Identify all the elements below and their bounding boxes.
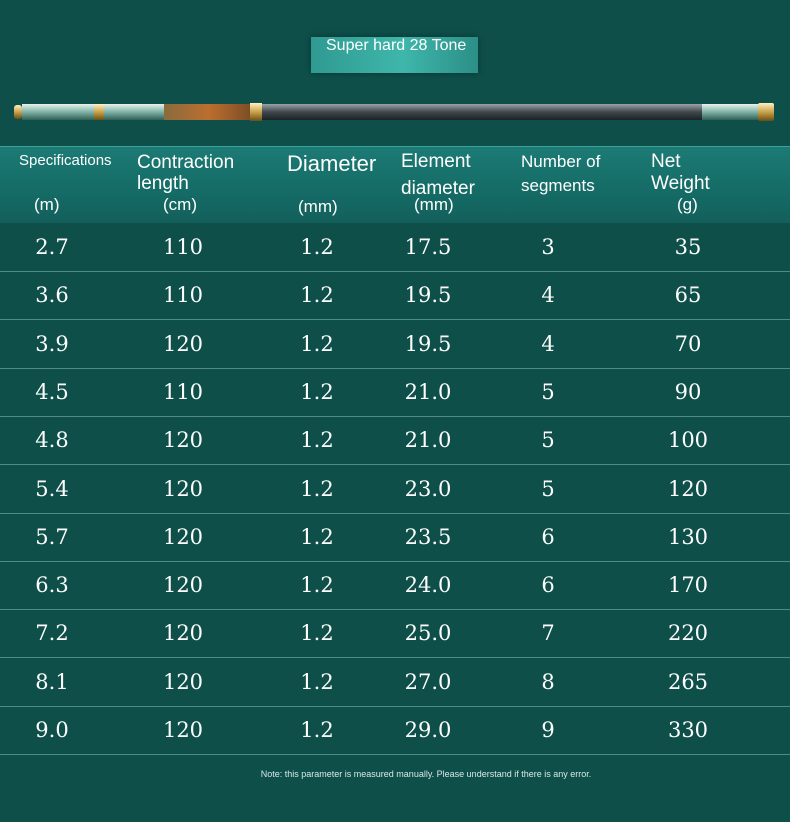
cell-diameter: 1.2: [300, 235, 334, 259]
table-header: Specifications (m) Contraction length (c…: [0, 146, 790, 223]
cell-net-weight: 70: [674, 332, 702, 356]
cell-contraction-length: 120: [162, 670, 204, 694]
cell-segments: 4: [541, 283, 555, 307]
cell-segments: 8: [541, 670, 555, 694]
header-net-weight: Net Weight: [651, 151, 710, 194]
cell-element-diameter: 29.0: [404, 718, 452, 742]
cell-net-weight: 265: [667, 670, 709, 694]
header-specifications: Specifications: [19, 152, 112, 169]
cell-specification: 5.7: [35, 525, 69, 549]
table-row: 5.7 120 1.2 23.5 6 130: [0, 513, 790, 562]
cell-net-weight: 130: [667, 525, 709, 549]
cell-diameter: 1.2: [300, 670, 334, 694]
table-row: 4.5 110 1.2 21.0 5 90: [0, 368, 790, 417]
footnote: Note: this parameter is measured manuall…: [260, 769, 592, 779]
cell-element-diameter: 19.5: [404, 283, 452, 307]
cell-specification: 7.2: [35, 621, 69, 645]
cell-contraction-length: 110: [162, 235, 204, 259]
cell-segments: 6: [541, 525, 555, 549]
cell-element-diameter: 25.0: [404, 621, 452, 645]
cell-specification: 2.7: [35, 235, 69, 259]
cell-element-diameter: 23.0: [404, 477, 452, 501]
cell-element-diameter: 21.0: [404, 428, 452, 452]
table-row: 5.4 120 1.2 23.0 5 120: [0, 465, 790, 514]
header-contraction-length: Contraction length: [137, 152, 235, 194]
cell-net-weight: 65: [674, 283, 702, 307]
cell-net-weight: 170: [667, 573, 709, 597]
cell-specification: 3.6: [35, 283, 69, 307]
fishing-rod-image: [14, 103, 774, 121]
cell-net-weight: 220: [667, 621, 709, 645]
cell-diameter: 1.2: [300, 573, 334, 597]
cell-segments: 5: [541, 380, 555, 404]
table-row: 4.8 120 1.2 21.0 5 100: [0, 416, 790, 465]
cell-specification: 3.9: [35, 332, 69, 356]
cell-element-diameter: 24.0: [404, 573, 452, 597]
header-diameter: Diameter: [287, 151, 377, 176]
header-specifications-unit: (m): [34, 195, 60, 214]
product-title-badge: Super hard 28 Tone: [311, 37, 478, 73]
cell-specification: 4.8: [35, 428, 69, 452]
cell-diameter: 1.2: [300, 525, 334, 549]
table-row: 7.2 120 1.2 25.0 7 220: [0, 609, 790, 658]
cell-specification: 9.0: [35, 718, 69, 742]
product-title: Super hard 28 Tone: [326, 37, 467, 54]
cell-diameter: 1.2: [300, 477, 334, 501]
table-row: 3.6 110 1.2 19.5 4 65: [0, 271, 790, 320]
cell-segments: 6: [541, 573, 555, 597]
cell-segments: 5: [541, 428, 555, 452]
cell-specification: 8.1: [35, 670, 69, 694]
cell-diameter: 1.2: [300, 380, 334, 404]
cell-element-diameter: 21.0: [404, 380, 452, 404]
cell-diameter: 1.2: [300, 283, 334, 307]
cell-contraction-length: 120: [162, 621, 204, 645]
cell-net-weight: 35: [674, 235, 702, 259]
cell-diameter: 1.2: [300, 332, 334, 356]
cell-segments: 7: [541, 621, 555, 645]
cell-contraction-length: 120: [162, 428, 204, 452]
table-row: 2.7 110 1.2 17.5 3 35: [0, 223, 790, 272]
cell-segments: 4: [541, 332, 555, 356]
cell-specification: 6.3: [35, 573, 69, 597]
cell-specification: 4.5: [35, 380, 69, 404]
header-element-unit: (mm): [414, 195, 454, 214]
cell-element-diameter: 23.5: [404, 525, 452, 549]
cell-contraction-length: 110: [162, 283, 204, 307]
cell-diameter: 1.2: [300, 621, 334, 645]
cell-contraction-length: 120: [162, 525, 204, 549]
cell-contraction-length: 120: [162, 573, 204, 597]
cell-net-weight: 330: [667, 718, 709, 742]
header-diameter-unit: (mm): [298, 197, 338, 216]
cell-element-diameter: 27.0: [404, 670, 452, 694]
cell-net-weight: 120: [667, 477, 709, 501]
header-number-of-segments: Number of segments: [521, 152, 601, 195]
cell-specification: 5.4: [35, 477, 69, 501]
table-row: 8.1 120 1.2 27.0 8 265: [0, 658, 790, 707]
table-row: 9.0 120 1.2 29.0 9 330: [0, 706, 790, 755]
cell-net-weight: 90: [674, 380, 702, 404]
cell-contraction-length: 120: [162, 332, 204, 356]
cell-net-weight: 100: [667, 428, 709, 452]
table-row: 6.3 120 1.2 24.0 6 170: [0, 561, 790, 610]
cell-segments: 5: [541, 477, 555, 501]
cell-element-diameter: 17.5: [404, 235, 452, 259]
header-contraction-unit: (cm): [163, 195, 197, 214]
cell-element-diameter: 19.5: [404, 332, 452, 356]
cell-segments: 9: [541, 718, 555, 742]
cell-contraction-length: 120: [162, 477, 204, 501]
header-element-diameter: Element diameter: [401, 151, 475, 199]
cell-diameter: 1.2: [300, 428, 334, 452]
cell-segments: 3: [541, 235, 555, 259]
header-weight-unit: (g): [677, 195, 698, 214]
table-row: 3.9 120 1.2 19.5 4 70: [0, 320, 790, 369]
cell-contraction-length: 110: [162, 380, 204, 404]
cell-diameter: 1.2: [300, 718, 334, 742]
cell-contraction-length: 120: [162, 718, 204, 742]
